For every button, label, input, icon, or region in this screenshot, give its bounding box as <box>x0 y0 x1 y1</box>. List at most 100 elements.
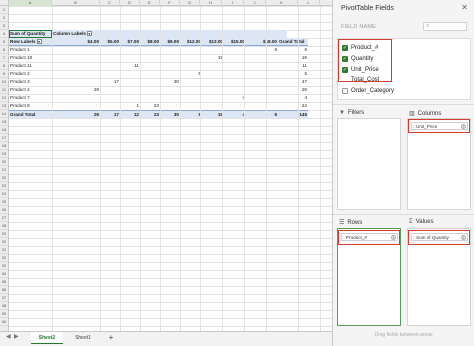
row-header[interactable]: 21 <box>0 166 8 174</box>
price-column-header[interactable]: $13.00 <box>202 38 224 46</box>
grand-total-cell[interactable]: 19 <box>202 110 224 118</box>
pivot-row-label[interactable]: Product 11 <box>9 62 52 70</box>
field-search-input[interactable]: ⌕ <box>423 22 467 31</box>
pivot-row-label[interactable]: Product 1 <box>9 46 52 54</box>
pivot-value-cell[interactable] <box>160 70 180 78</box>
grand-total-label[interactable]: Grand Total <box>9 110 52 118</box>
pivot-row-label[interactable]: Product 7 <box>9 94 52 102</box>
row-header[interactable]: 29 <box>0 230 8 238</box>
pivot-value-cell[interactable] <box>100 62 120 70</box>
pivot-value-cell[interactable] <box>224 54 246 62</box>
next-sheet-icon[interactable]: ▶ <box>14 333 19 340</box>
pivot-value-cell[interactable] <box>246 86 278 94</box>
pivot-value-cell[interactable] <box>202 46 224 54</box>
pivot-column-labels[interactable]: Column Labels ▾ <box>52 30 100 38</box>
row-header[interactable]: 32 <box>0 254 8 262</box>
row-header[interactable]: 15 <box>0 118 8 126</box>
row-header[interactable]: 6 <box>0 46 8 54</box>
row-header[interactable]: 8 <box>0 62 8 70</box>
pivot-value-cell[interactable] <box>180 94 202 102</box>
pivot-row-total[interactable]: 19 <box>278 54 308 62</box>
pivot-value-cell[interactable] <box>202 62 224 70</box>
row-header[interactable]: 23 <box>0 182 8 190</box>
pivot-value-cell[interactable] <box>52 78 100 86</box>
pivot-value-cell[interactable] <box>120 94 140 102</box>
pivot-value-cell[interactable] <box>100 94 120 102</box>
pivot-value-cell[interactable] <box>224 86 246 94</box>
row-header[interactable]: 24 <box>0 190 8 198</box>
pivot-value-cell[interactable] <box>52 46 100 54</box>
pivot-value-cell[interactable] <box>52 70 100 78</box>
pivot-value-cell[interactable] <box>120 86 140 94</box>
grand-total-cell[interactable]: 4 <box>224 110 246 118</box>
row-header[interactable]: 13 <box>0 102 8 110</box>
row-header[interactable]: 26 <box>0 206 8 214</box>
pivot-table[interactable]: Sum of Quantity Column Labels ▾ Row Label… <box>9 30 308 118</box>
tab-sheet2[interactable]: Sheet2 <box>31 332 63 344</box>
grand-total-cell[interactable]: 30 <box>160 110 180 118</box>
pivot-row-total[interactable]: 47 <box>278 78 308 86</box>
row-header[interactable]: 31 <box>0 246 8 254</box>
row-header[interactable]: 18 <box>0 142 8 150</box>
grand-total-column-header[interactable]: Grand Total <box>278 38 308 46</box>
pivot-value-cell[interactable] <box>140 54 160 62</box>
pivot-row-label[interactable]: Product 8 <box>9 102 52 110</box>
pivot-row-total[interactable]: 29 <box>278 86 308 94</box>
pivot-value-cell[interactable] <box>180 46 202 54</box>
pivot-value-cell[interactable] <box>52 62 100 70</box>
pivot-value-cell[interactable] <box>202 86 224 94</box>
pivot-value-cell[interactable]: 17 <box>100 78 120 86</box>
pivot-value-cell[interactable] <box>52 54 100 62</box>
row-header[interactable]: 17 <box>0 134 8 142</box>
row-header[interactable]: 35 <box>0 278 8 286</box>
pivot-value-cell[interactable] <box>246 70 278 78</box>
pivot-value-cell[interactable] <box>202 94 224 102</box>
price-column-header[interactable]: $7.00 <box>120 38 140 46</box>
pivot-value-cell[interactable] <box>160 62 180 70</box>
row-header[interactable]: 7 <box>0 54 8 62</box>
row-header[interactable]: 37 <box>0 294 8 302</box>
close-icon[interactable]: ✕ <box>461 3 468 12</box>
row-header[interactable]: 5 <box>0 38 8 46</box>
pivot-row-label[interactable]: Product 4 <box>9 86 52 94</box>
price-column-header[interactable]: $9.00 <box>160 38 180 46</box>
pivot-value-cell[interactable] <box>100 70 120 78</box>
price-column-header[interactable]: $8.00 <box>140 38 160 46</box>
pivot-value-cell[interactable] <box>140 94 160 102</box>
pivot-value-cell[interactable] <box>202 102 224 110</box>
grand-total-all[interactable]: 145 <box>278 110 308 118</box>
pivot-row-labels[interactable]: Row Labels ▾ <box>9 38 52 46</box>
pivot-value-cell[interactable] <box>246 54 278 62</box>
pivot-value-cell[interactable] <box>224 62 246 70</box>
grand-total-cell[interactable]: 17 <box>100 110 120 118</box>
price-column-header[interactable]: $5.00 <box>100 38 120 46</box>
row-header[interactable]: 20 <box>0 158 8 166</box>
row-header[interactable]: 36 <box>0 286 8 294</box>
pivot-value-cell[interactable] <box>160 86 180 94</box>
row-header[interactable]: 1 <box>0 6 8 14</box>
pivot-value-cell[interactable] <box>202 70 224 78</box>
row-header[interactable]: 9 <box>0 70 8 78</box>
pivot-value-cell[interactable] <box>180 62 202 70</box>
row-header[interactable]: 25 <box>0 198 8 206</box>
pivot-value-cell[interactable] <box>224 70 246 78</box>
pivot-value-cell[interactable] <box>246 102 278 110</box>
pivot-value-cell[interactable] <box>246 78 278 86</box>
add-sheet-button[interactable]: + <box>106 332 116 344</box>
pivot-value-cell[interactable] <box>140 62 160 70</box>
pivot-value-cell[interactable] <box>100 102 120 110</box>
pivot-value-cell[interactable]: 1 <box>120 102 140 110</box>
row-header[interactable]: 19 <box>0 150 8 158</box>
row-header[interactable]: 16 <box>0 126 8 134</box>
field-item-order-category[interactable]: Order_Category <box>342 86 394 96</box>
row-header[interactable]: 14 <box>0 110 8 118</box>
row-header[interactable]: 40 <box>0 318 8 326</box>
row-header[interactable]: 39 <box>0 310 8 318</box>
pivot-value-cell[interactable] <box>100 86 120 94</box>
pivot-value-cell[interactable] <box>180 78 202 86</box>
tab-sheet1[interactable]: Sheet1 <box>67 332 99 344</box>
pivot-value-cell[interactable] <box>246 62 278 70</box>
filters-drop-zone[interactable] <box>337 118 401 210</box>
row-header[interactable]: 2 <box>0 14 8 22</box>
pivot-row-total[interactable]: 6 <box>278 46 308 54</box>
